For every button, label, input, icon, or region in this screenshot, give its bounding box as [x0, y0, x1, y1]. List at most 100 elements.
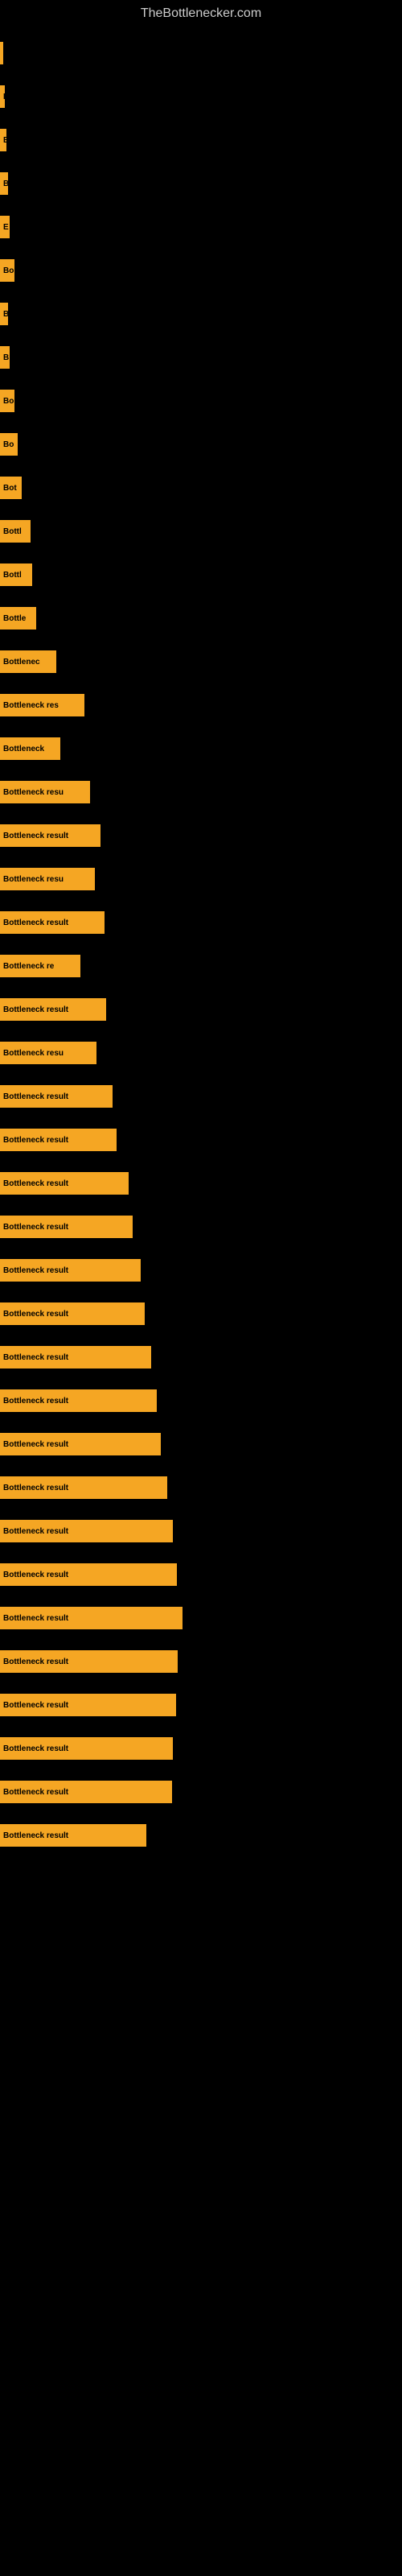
- bar-label-26: Bottleneck result: [3, 1179, 68, 1188]
- bar-label-32: Bottleneck result: [3, 1440, 68, 1449]
- bar-label-39: Bottleneck result: [3, 1744, 68, 1753]
- bar-11: Bottl: [0, 520, 31, 543]
- bar-row: Bottleneck result: [0, 1554, 402, 1596]
- bar-row: Bottleneck result: [0, 1597, 402, 1639]
- bar-row: Bottlenec: [0, 641, 402, 683]
- bar-label-6: B: [3, 310, 8, 319]
- bar-row: B: [0, 163, 402, 204]
- bar-26: Bottleneck result: [0, 1172, 129, 1195]
- bar-label-36: Bottleneck result: [3, 1614, 68, 1623]
- bar-41: Bottleneck result: [0, 1824, 146, 1847]
- bar-row: Bottleneck result: [0, 1467, 402, 1509]
- bar-row: F: [0, 76, 402, 118]
- bar-label-5: Bo: [3, 266, 14, 275]
- bar-label-25: Bottleneck result: [3, 1136, 68, 1145]
- bar-row: Bottleneck resu: [0, 1032, 402, 1074]
- bar-13: Bottle: [0, 607, 36, 630]
- bar-27: Bottleneck result: [0, 1216, 133, 1238]
- bar-row: B: [0, 336, 402, 378]
- bar-row: Bottleneck result: [0, 1684, 402, 1726]
- bar-row: Bottleneck result: [0, 1510, 402, 1552]
- bar-row: Bottleneck: [0, 728, 402, 770]
- bar-22: Bottleneck result: [0, 998, 106, 1021]
- bar-28: Bottleneck result: [0, 1259, 141, 1282]
- bar-row: |: [0, 32, 402, 74]
- bar-row: Bottleneck result: [0, 1075, 402, 1117]
- bar-label-11: Bottl: [3, 527, 22, 536]
- bar-row: Bottl: [0, 554, 402, 596]
- bar-row: E: [0, 119, 402, 161]
- bar-row: Bottleneck result: [0, 815, 402, 857]
- bar-7: B: [0, 346, 10, 369]
- bar-label-4: E: [3, 223, 9, 232]
- bar-23: Bottleneck resu: [0, 1042, 96, 1064]
- bar-label-1: F: [3, 93, 5, 101]
- bar-36: Bottleneck result: [0, 1607, 183, 1629]
- bar-row: E: [0, 206, 402, 248]
- bar-16: Bottleneck: [0, 737, 60, 760]
- bar-1: F: [0, 85, 5, 108]
- bar-38: Bottleneck result: [0, 1694, 176, 1716]
- bar-15: Bottleneck res: [0, 694, 84, 716]
- bar-row: Bottleneck result: [0, 1162, 402, 1204]
- bar-32: Bottleneck result: [0, 1433, 161, 1455]
- bar-37: Bottleneck result: [0, 1650, 178, 1673]
- bar-row: Bot: [0, 467, 402, 509]
- bar-label-38: Bottleneck result: [3, 1701, 68, 1710]
- bar-34: Bottleneck result: [0, 1520, 173, 1542]
- bar-label-30: Bottleneck result: [3, 1353, 68, 1362]
- bar-14: Bottlenec: [0, 650, 56, 673]
- bar-row: Bottleneck result: [0, 989, 402, 1030]
- bar-row: Bottleneck result: [0, 1728, 402, 1769]
- bar-row: Bottleneck result: [0, 1423, 402, 1465]
- bar-row: Bottleneck result: [0, 1336, 402, 1378]
- bar-row: Bo: [0, 380, 402, 422]
- bar-30: Bottleneck result: [0, 1346, 151, 1368]
- bar-row: Bottleneck result: [0, 1814, 402, 1856]
- bar-row: Bottleneck result: [0, 1641, 402, 1682]
- bar-20: Bottleneck result: [0, 911, 105, 934]
- bar-33: Bottleneck result: [0, 1476, 167, 1499]
- bar-10: Bot: [0, 477, 22, 499]
- bar-label-16: Bottleneck: [3, 745, 44, 753]
- bar-label-13: Bottle: [3, 614, 26, 623]
- bar-3: B: [0, 172, 8, 195]
- bar-17: Bottleneck resu: [0, 781, 90, 803]
- bar-label-14: Bottlenec: [3, 658, 40, 667]
- bar-label-35: Bottleneck result: [3, 1571, 68, 1579]
- bar-8: Bo: [0, 390, 14, 412]
- bar-label-17: Bottleneck resu: [3, 788, 64, 797]
- bar-row: Bottleneck re: [0, 945, 402, 987]
- bar-31: Bottleneck result: [0, 1389, 157, 1412]
- bar-row: Bottleneck result: [0, 1249, 402, 1291]
- bar-row: Bottleneck resu: [0, 771, 402, 813]
- bar-5: Bo: [0, 259, 14, 282]
- bar-row: Bottleneck result: [0, 1206, 402, 1248]
- bar-row: B: [0, 293, 402, 335]
- bar-label-9: Bo: [3, 440, 14, 449]
- bar-label-15: Bottleneck res: [3, 701, 59, 710]
- bar-row: Bottleneck result: [0, 1293, 402, 1335]
- bar-label-27: Bottleneck result: [3, 1223, 68, 1232]
- bar-label-7: B: [3, 353, 9, 362]
- bar-2: E: [0, 129, 6, 151]
- bar-label-41: Bottleneck result: [3, 1831, 68, 1840]
- bar-row: Bottleneck result: [0, 1771, 402, 1813]
- bar-label-33: Bottleneck result: [3, 1484, 68, 1492]
- bar-40: Bottleneck result: [0, 1781, 172, 1803]
- bar-label-23: Bottleneck resu: [3, 1049, 64, 1058]
- bar-row: Bottleneck res: [0, 684, 402, 726]
- bar-label-20: Bottleneck result: [3, 919, 68, 927]
- bar-35: Bottleneck result: [0, 1563, 177, 1586]
- bar-row: Bo: [0, 250, 402, 291]
- bar-label-29: Bottleneck result: [3, 1310, 68, 1319]
- bar-label-18: Bottleneck result: [3, 832, 68, 840]
- bar-24: Bottleneck result: [0, 1085, 113, 1108]
- bar-label-34: Bottleneck result: [3, 1527, 68, 1536]
- bar-label-12: Bottl: [3, 571, 22, 580]
- bar-4: E: [0, 216, 10, 238]
- bar-row: Bottl: [0, 510, 402, 552]
- bar-label-21: Bottleneck re: [3, 962, 54, 971]
- bar-label-8: Bo: [3, 397, 14, 406]
- bar-label-19: Bottleneck resu: [3, 875, 64, 884]
